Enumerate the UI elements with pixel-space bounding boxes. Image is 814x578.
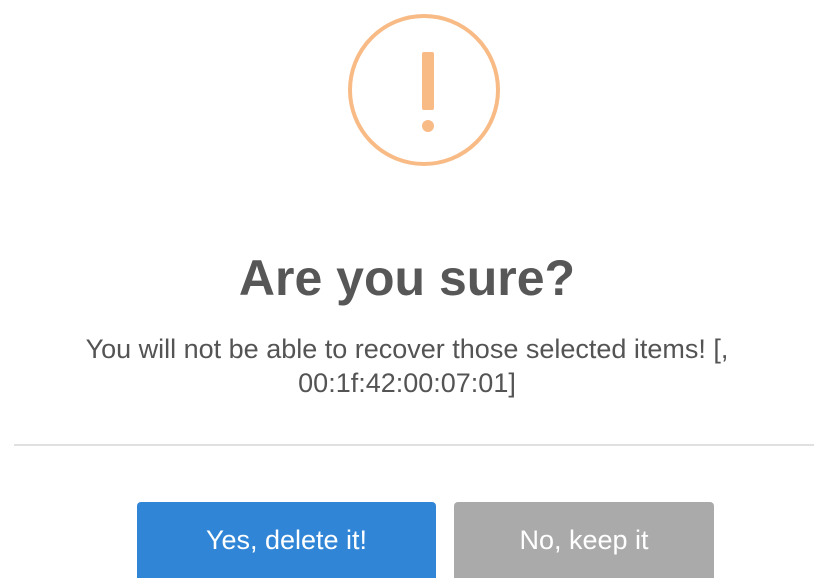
- exclamation-dot: [422, 120, 434, 132]
- warning-icon: [348, 14, 500, 166]
- dialog-divider: [14, 444, 814, 446]
- confirm-delete-dialog: Are you sure? You will not be able to re…: [0, 0, 814, 578]
- exclamation-bar: [422, 52, 434, 110]
- confirm-delete-button[interactable]: Yes, delete it!: [137, 502, 436, 578]
- dialog-title: Are you sure?: [238, 250, 576, 306]
- cancel-keep-button[interactable]: No, keep it: [454, 502, 714, 578]
- dialog-message: You will not be able to recover those se…: [0, 332, 814, 400]
- dialog-message-line-2: 00:1f:42:00:07:01]: [298, 368, 516, 398]
- dialog-message-line-1: You will not be able to recover those se…: [85, 334, 729, 364]
